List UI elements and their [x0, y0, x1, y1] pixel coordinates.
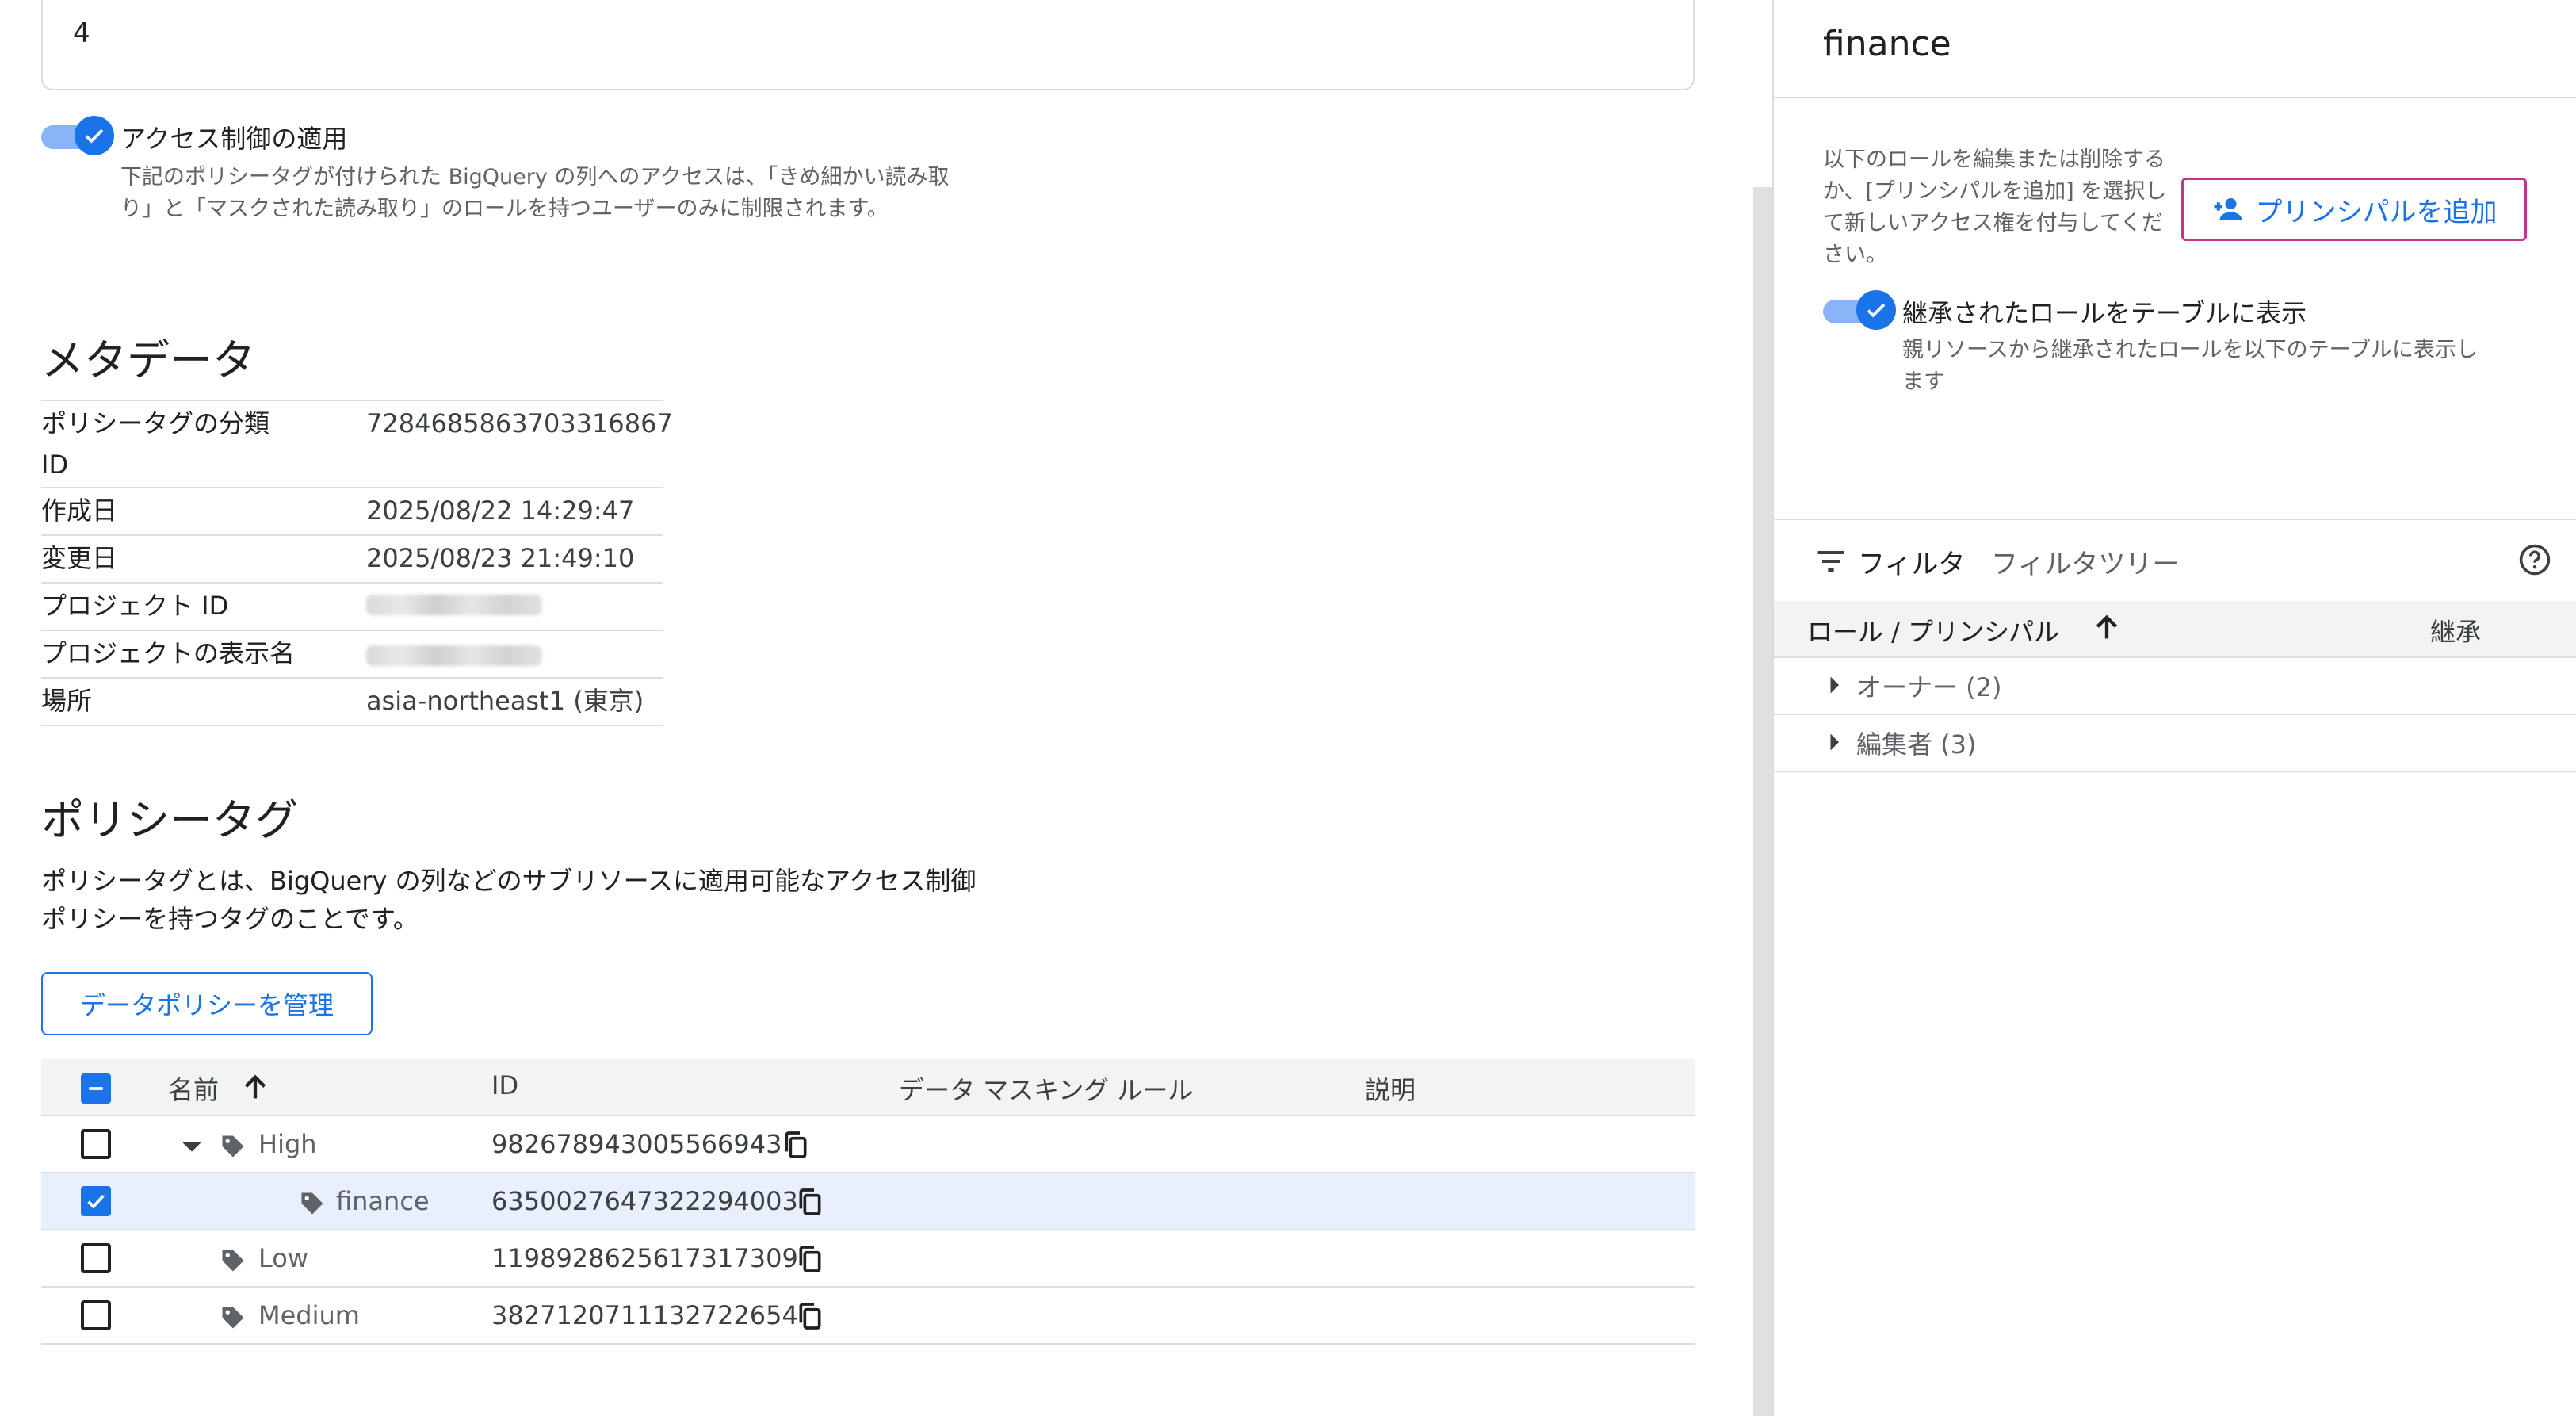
show-inherited-roles-description-1: 親リソースから継承されたロールを以下のテーブルに表示し: [1902, 338, 2479, 362]
role-editor-label[interactable]: 編集者 (3): [1856, 725, 1977, 761]
policy-tags-description-1: ポリシータグとは、BigQuery の列などのサブリソースに適用可能なアクセス制…: [41, 866, 977, 896]
expand-triangle-icon[interactable]: [1820, 671, 1848, 699]
panel-description: 以下のロールを編集または削除するか、[プリンシパルを追加] を選択して新しいアク…: [1823, 147, 2167, 267]
meta-key-project-id: プロジェクト ID: [41, 591, 229, 621]
tag-name-medium[interactable]: Medium: [258, 1300, 360, 1330]
access-control-description-2: り」と「マスクされた読み取り」のロールを持つユーザーのみに制限されます。: [120, 197, 889, 221]
metadata-heading: メタデータ: [41, 335, 255, 385]
copy-icon[interactable]: [780, 1129, 812, 1161]
collapse-triangle-icon[interactable]: [176, 1131, 208, 1162]
meta-key-taxonomy-id-2: ID: [41, 450, 69, 480]
filter-tree-input[interactable]: フィルタツリー: [1991, 542, 2179, 581]
show-inherited-roles-toggle[interactable]: [1823, 290, 1896, 330]
tag-id-high: 982678943005566943: [491, 1129, 782, 1159]
policy-tags-description-2: ポリシーを持つタグのことです。: [41, 904, 419, 934]
tag-icon: [222, 1135, 244, 1158]
input-value[interactable]: 4: [73, 17, 90, 49]
sort-ascending-icon[interactable]: [239, 1072, 271, 1104]
redacted-project-display-name: [366, 645, 542, 666]
policy-tags-table-header: [41, 1059, 1695, 1116]
policy-tags-heading: ポリシータグ: [41, 795, 298, 845]
row-checkbox-finance[interactable]: [81, 1186, 111, 1216]
tag-name-finance[interactable]: finance: [336, 1186, 430, 1216]
check-icon: [85, 128, 104, 144]
column-masking-rule: データ マスキング ルール: [899, 1075, 1194, 1105]
check-icon: [1867, 303, 1886, 318]
manage-data-policies-button[interactable]: データポリシーを管理: [41, 972, 373, 1035]
meta-value-modified: 2025/08/23 21:49:10: [366, 543, 635, 573]
panel-title: finance: [1823, 24, 1951, 64]
meta-key-modified: 変更日: [41, 543, 118, 573]
copy-icon[interactable]: [794, 1300, 826, 1332]
tag-icon: [222, 1250, 244, 1272]
show-inherited-roles-description-2: ます: [1902, 369, 1945, 394]
meta-key-taxonomy-id: ポリシータグの分類: [41, 408, 270, 438]
filter-label[interactable]: フィルタ: [1858, 542, 1965, 581]
access-control-toggle[interactable]: [41, 116, 114, 155]
access-control-description-1: 下記のポリシータグが付けられた BigQuery の列へのアクセスは、「きめ細か…: [120, 165, 950, 189]
check-icon: [87, 1194, 105, 1209]
meta-value-location: asia-northeast1 (東京): [366, 686, 644, 716]
row-checkbox-medium[interactable]: [81, 1300, 111, 1330]
tag-name-low[interactable]: Low: [258, 1243, 308, 1273]
scrollbar[interactable]: [1753, 187, 1772, 1416]
add-principal-button[interactable]: プリンシパルを追加: [2181, 178, 2527, 241]
meta-key-location: 場所: [41, 686, 93, 716]
redacted-project-id: [366, 595, 542, 615]
add-person-icon: [2214, 198, 2242, 220]
column-description: 説明: [1365, 1075, 1416, 1105]
tag-id-medium: 3827120711132722654: [491, 1300, 798, 1330]
meta-value-taxonomy-id: 7284685863703316867: [366, 408, 673, 438]
value-input-box[interactable]: [41, 0, 1695, 90]
column-id: ID: [491, 1070, 519, 1100]
filter-icon[interactable]: [1814, 544, 1848, 579]
column-role-principal[interactable]: ロール / プリンシパル: [1807, 612, 2059, 649]
tag-icon: [301, 1192, 323, 1215]
meta-value-created: 2025/08/22 14:29:47: [366, 496, 635, 526]
show-inherited-roles-title: 継承されたロールをテーブルに表示: [1902, 298, 2307, 328]
tag-id-finance: 6350027647322294003: [491, 1186, 798, 1216]
column-name[interactable]: 名前: [168, 1070, 219, 1107]
tag-id-low: 1198928625617317309: [491, 1243, 798, 1273]
tag-icon: [222, 1307, 244, 1329]
role-owner-label[interactable]: オーナー (2): [1856, 668, 2002, 704]
meta-key-created: 作成日: [41, 496, 118, 526]
select-all-checkbox[interactable]: [81, 1073, 111, 1104]
expand-triangle-icon[interactable]: [1820, 728, 1848, 756]
help-icon[interactable]: [2517, 542, 2552, 577]
access-control-title: アクセス制御の適用: [120, 124, 348, 154]
indeterminate-icon: [89, 1087, 103, 1090]
table-row-selected[interactable]: [41, 1173, 1695, 1230]
row-checkbox-low[interactable]: [81, 1243, 111, 1273]
tag-name-high[interactable]: High: [258, 1129, 317, 1159]
add-principal-label: プリンシパルを追加: [2255, 196, 2498, 228]
row-checkbox-high[interactable]: [81, 1129, 111, 1159]
copy-icon[interactable]: [794, 1243, 826, 1275]
column-inherit: 継承: [2430, 617, 2482, 647]
sort-ascending-icon[interactable]: [2091, 612, 2123, 644]
meta-key-project-display-name: プロジェクトの表示名: [41, 638, 296, 668]
copy-icon[interactable]: [794, 1186, 826, 1218]
